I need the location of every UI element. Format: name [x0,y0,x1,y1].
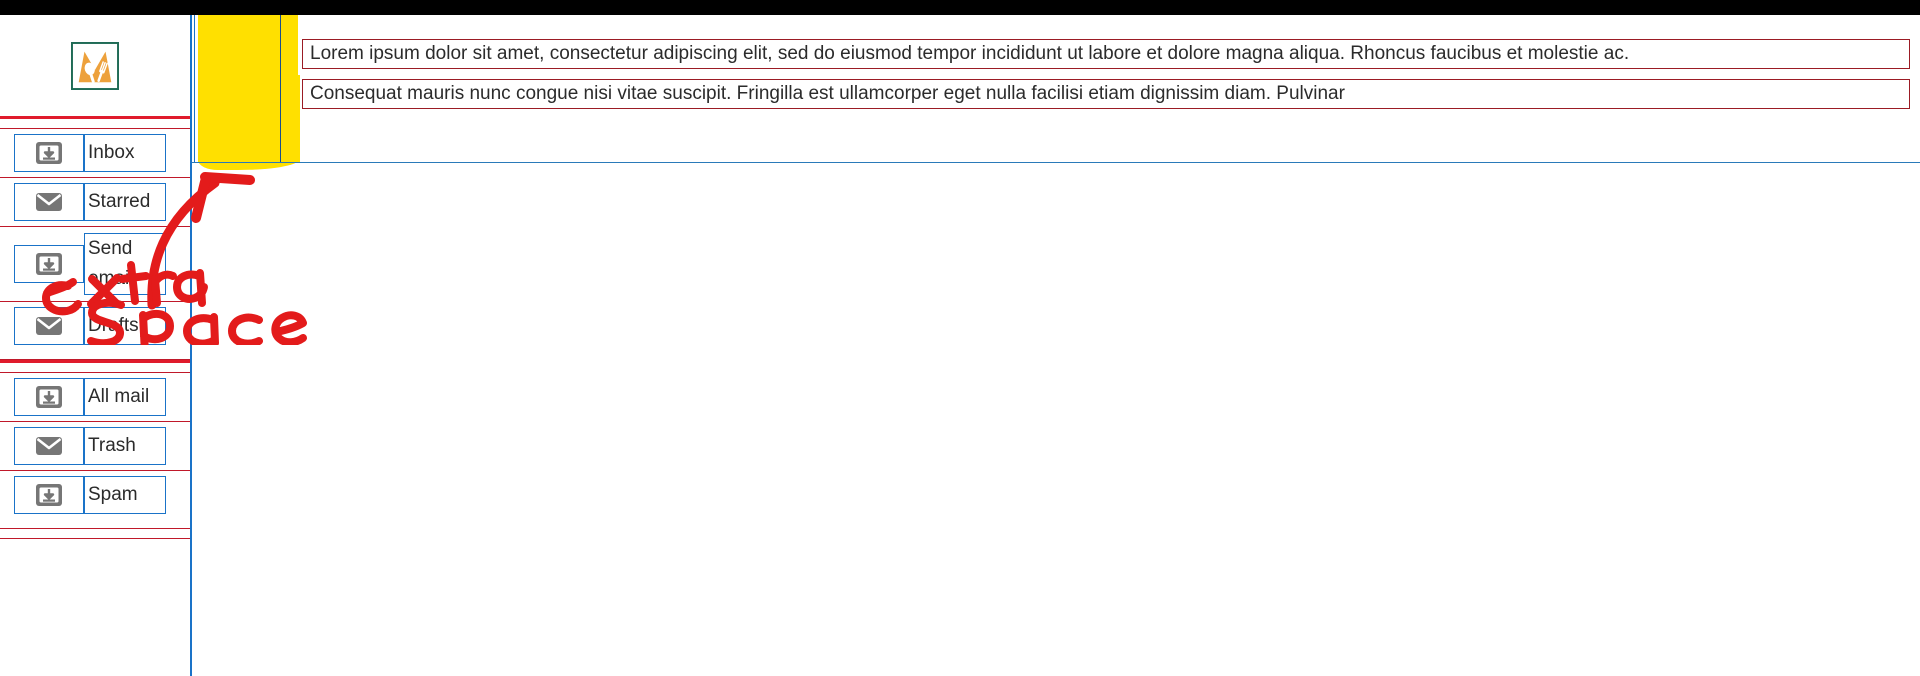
sidebar-item-label: Inbox [84,134,166,172]
vertical-rule-left [194,15,195,163]
sidebar-item-label: Drafts [84,307,166,345]
download-box-icon-glyph [36,142,62,164]
sidebar-item-starred[interactable]: Starred [0,178,190,226]
sidebar-item-label-wrapper: Send email [84,233,166,295]
sidebar-item-send-email[interactable]: Send email [0,227,190,301]
message-row[interactable]: Lorem ipsum dolor sit amet, consectetur … [302,39,1910,69]
highlighted-extra-space-tab [278,75,300,163]
download-box-icon [14,476,84,514]
sidebar-item-label: Trash [84,427,166,465]
sidebar-item-label: Spam [84,476,166,514]
sidebar-item-label: All mail [84,378,166,416]
header-divider [192,162,1920,163]
window-title-bar [0,0,1920,15]
sidebar-item-label-line1: Send [88,238,133,260]
sidebar-item-inbox[interactable]: Inbox [0,129,190,177]
sidebar-item-label-line2: email [88,268,134,290]
envelope-icon-glyph [36,317,62,335]
divider-thin [0,538,190,539]
download-box-icon-glyph [36,484,62,506]
sidebar: Inbox Starred Send email Drafts All mail… [0,15,192,676]
envelope-icon [14,307,84,345]
download-box-icon-glyph [36,386,62,408]
brand-area [0,15,190,116]
main-content: Lorem ipsum dolor sit amet, consectetur … [192,15,1920,676]
meal-app-logo [71,41,119,90]
envelope-icon-glyph [36,437,62,455]
envelope-icon [14,183,84,221]
download-box-icon [14,245,84,283]
sidebar-item-all-mail[interactable]: All mail [0,373,190,421]
download-box-icon-glyph [36,253,62,275]
download-box-icon [14,134,84,172]
envelope-icon-glyph [36,193,62,211]
download-box-icon [14,378,84,416]
vertical-rule-right [280,15,281,163]
sidebar-item-drafts[interactable]: Drafts [0,302,190,350]
sidebar-item-label: Starred [84,183,166,221]
sidebar-item-spam[interactable]: Spam [0,471,190,519]
envelope-icon [14,427,84,465]
message-row[interactable]: Consequat mauris nunc congue nisi vitae … [302,79,1910,109]
page-body: Inbox Starred Send email Drafts All mail… [0,15,1920,676]
sidebar-item-trash[interactable]: Trash [0,422,190,470]
